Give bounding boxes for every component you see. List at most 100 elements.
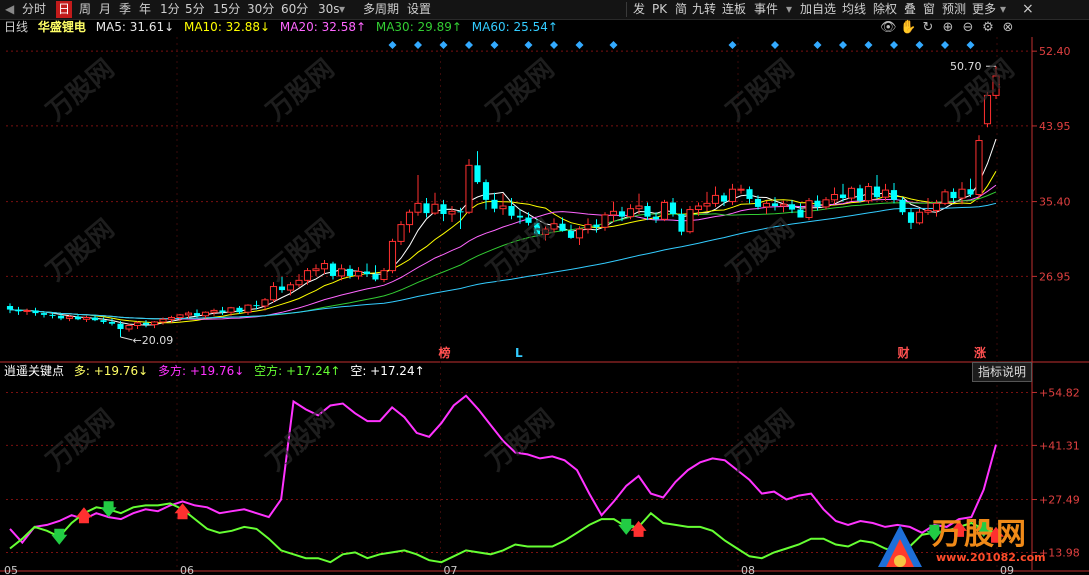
- candle: [448, 206, 456, 222]
- candle-body: [967, 189, 974, 195]
- candle: [856, 184, 864, 203]
- candle-body: [184, 312, 193, 316]
- left-arrow-icon[interactable]: ◀: [3, 1, 16, 18]
- ex-rights-button[interactable]: 除权: [871, 1, 899, 18]
- stock-name[interactable]: 华盛锂电: [38, 19, 86, 36]
- jiuzhuan-button[interactable]: 九转: [690, 1, 718, 18]
- events-button[interactable]: 事件: [752, 1, 780, 18]
- candle-body: [448, 210, 456, 215]
- candle-body: [873, 186, 881, 198]
- candle-body: [559, 223, 566, 231]
- candle: [746, 186, 753, 204]
- logo-mark-icon: [878, 525, 922, 567]
- signal-diamond: [890, 41, 898, 49]
- chevron-down-icon[interactable]: ▾: [784, 1, 794, 18]
- candle: [635, 193, 643, 214]
- price-tick-label: 43.95: [1039, 120, 1071, 133]
- sell-arrow-icon: [618, 518, 635, 535]
- candle-body: [711, 194, 720, 204]
- candle-body: [465, 164, 473, 213]
- ma60-value: MA60: 25.54↑: [471, 20, 558, 34]
- indicator-help-button[interactable]: 指标说明: [972, 362, 1032, 382]
- fa-button[interactable]: 发: [631, 1, 647, 18]
- overlay-button[interactable]: 叠: [902, 1, 918, 18]
- chevron-down-icon[interactable]: ▾: [998, 1, 1008, 18]
- tab-1min[interactable]: 1分: [158, 1, 182, 18]
- settings-button[interactable]: 设置: [405, 1, 433, 18]
- candle: [6, 303, 14, 314]
- tab-daily[interactable]: 日: [56, 1, 73, 18]
- candle-body: [65, 316, 74, 319]
- sub-tick-label: +54.82: [1039, 386, 1080, 399]
- eye-icon[interactable]: 👁: [880, 20, 897, 35]
- tab-fenshi[interactable]: 分时: [20, 1, 48, 18]
- candle: [762, 200, 771, 214]
- candle-body: [372, 274, 379, 280]
- signal-diamond: [864, 41, 873, 49]
- lianban-button[interactable]: 连板: [720, 1, 748, 18]
- ma-button[interactable]: 均线: [840, 1, 868, 18]
- candle-body: [584, 224, 592, 230]
- more-button[interactable]: 更多: [970, 1, 998, 18]
- event-mark: 榜: [439, 345, 451, 360]
- pk-button[interactable]: PK: [650, 1, 669, 18]
- candle: [924, 198, 932, 215]
- tab-15min[interactable]: 15分: [211, 1, 242, 18]
- candle-body: [32, 310, 39, 314]
- candle: [703, 191, 711, 212]
- zoom-in-icon[interactable]: ⊕: [940, 20, 956, 35]
- tab-weekly[interactable]: 周: [77, 1, 93, 18]
- candle: [482, 179, 490, 210]
- tab-monthly[interactable]: 月: [97, 1, 113, 18]
- candle-body: [881, 189, 890, 198]
- chevron-down-icon[interactable]: ▾: [337, 1, 347, 18]
- indicator-duofang: 多方: +19.76↓: [158, 364, 245, 378]
- candle-body: [856, 188, 864, 201]
- window-button[interactable]: 窗: [921, 1, 937, 18]
- tab-30min[interactable]: 30分: [245, 1, 276, 18]
- candle: [312, 264, 320, 276]
- indicator-name[interactable]: 逍遥关键点: [4, 363, 64, 380]
- chart-controls: 👁 ✋ ↻ ⊕ ⊖ ⚙ ⊗: [880, 20, 1020, 36]
- candle-body: [669, 202, 677, 214]
- candle: [388, 238, 397, 274]
- candle: [15, 306, 22, 315]
- tab-yearly[interactable]: 年: [137, 1, 153, 18]
- tab-quarterly[interactable]: 季: [117, 1, 133, 18]
- close-icon[interactable]: ×: [1020, 1, 1036, 18]
- close-icon[interactable]: ⊗: [1000, 20, 1016, 35]
- ma20-value: MA20: 32.58↑: [279, 20, 367, 34]
- tab-60min[interactable]: 60分: [279, 1, 310, 18]
- indicator-kongfang: 空方: +17.24↑: [254, 364, 341, 378]
- candle-body: [295, 279, 303, 286]
- candle-body: [219, 310, 226, 313]
- hand-icon[interactable]: ✋: [900, 20, 916, 35]
- indicator-kong: 空: +17.24↑: [350, 364, 425, 378]
- signal-diamond: [915, 41, 924, 49]
- candle-body: [414, 202, 422, 213]
- candle-body: [380, 270, 388, 280]
- event-mark: L: [515, 346, 523, 360]
- refresh-icon[interactable]: ↻: [920, 20, 936, 35]
- zoom-out-icon[interactable]: ⊖: [960, 20, 976, 35]
- jian-button[interactable]: 简: [673, 1, 689, 18]
- candle-body: [516, 215, 524, 218]
- tab-5min[interactable]: 5分: [183, 1, 207, 18]
- candle-body: [720, 195, 728, 202]
- candle-body: [457, 211, 464, 213]
- multi-period-button[interactable]: 多周期: [361, 1, 401, 18]
- indicator-duo: 多: +19.76↓: [73, 364, 149, 378]
- ma30-value: MA30: 29.89↑: [375, 20, 462, 34]
- forecast-button[interactable]: 预测: [940, 1, 968, 18]
- candle-body: [822, 199, 830, 208]
- signal-diamond: [728, 41, 737, 49]
- add-watchlist-button[interactable]: 加自选: [798, 1, 838, 18]
- candle-body: [227, 307, 235, 313]
- signal-diamond: [490, 41, 499, 49]
- candle: [575, 226, 584, 245]
- candle-body: [593, 224, 600, 228]
- settings-icon[interactable]: ⚙: [980, 20, 996, 35]
- candle: [108, 318, 116, 326]
- candle-body: [890, 190, 898, 200]
- date-tick-label: 06: [180, 564, 194, 575]
